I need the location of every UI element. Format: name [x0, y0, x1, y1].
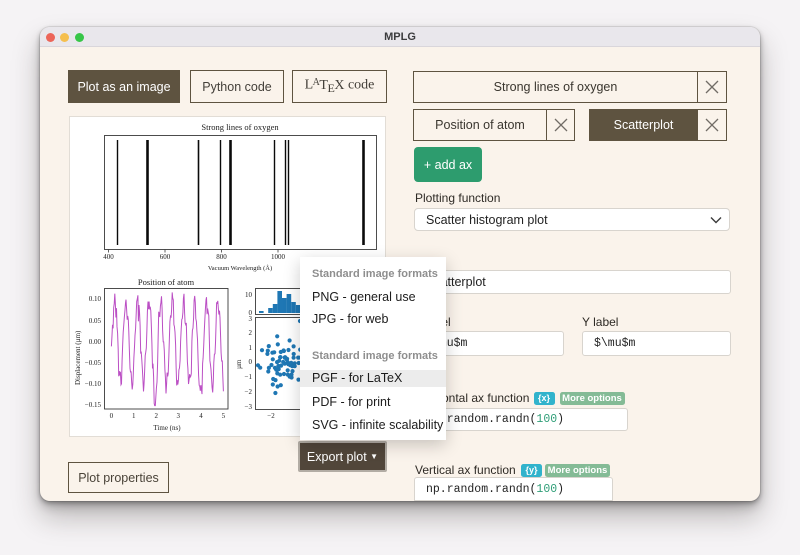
- svg-text:10: 10: [245, 291, 253, 299]
- svg-text:Strong lines of oxygen: Strong lines of oxygen: [201, 122, 279, 132]
- svg-text:600: 600: [160, 253, 171, 261]
- svg-text:Vacuum Wavelength (Å): Vacuum Wavelength (Å): [208, 264, 272, 272]
- svg-text:3: 3: [177, 412, 181, 420]
- svg-text:−0.05: −0.05: [85, 359, 102, 367]
- svg-text:4: 4: [199, 412, 203, 420]
- svg-text:−2: −2: [267, 412, 275, 420]
- svg-text:Time (ns): Time (ns): [153, 424, 181, 432]
- svg-text:−0.15: −0.15: [85, 401, 102, 409]
- svg-text:3: 3: [249, 315, 253, 323]
- svg-text:2: 2: [154, 412, 158, 420]
- svg-text:−2: −2: [245, 388, 253, 396]
- svg-text:µm: µm: [235, 359, 243, 369]
- svg-text:−3: −3: [245, 403, 253, 411]
- svg-text:1000: 1000: [271, 253, 286, 261]
- svg-text:1: 1: [132, 412, 136, 420]
- svg-text:Position of atom: Position of atom: [138, 277, 195, 287]
- svg-text:800: 800: [216, 253, 227, 261]
- svg-text:−0.10: −0.10: [85, 380, 102, 388]
- svg-text:0: 0: [249, 358, 253, 366]
- svg-text:0.05: 0.05: [89, 317, 102, 325]
- svg-text:Displacement (µm): Displacement (µm): [74, 330, 82, 385]
- svg-text:2: 2: [249, 329, 253, 337]
- svg-text:0: 0: [110, 412, 114, 420]
- svg-text:400: 400: [103, 253, 114, 261]
- svg-text:5: 5: [222, 412, 226, 420]
- svg-text:0.10: 0.10: [89, 295, 102, 303]
- svg-text:1: 1: [249, 344, 253, 352]
- svg-text:−1: −1: [245, 373, 253, 381]
- svg-text:0.00: 0.00: [89, 338, 102, 346]
